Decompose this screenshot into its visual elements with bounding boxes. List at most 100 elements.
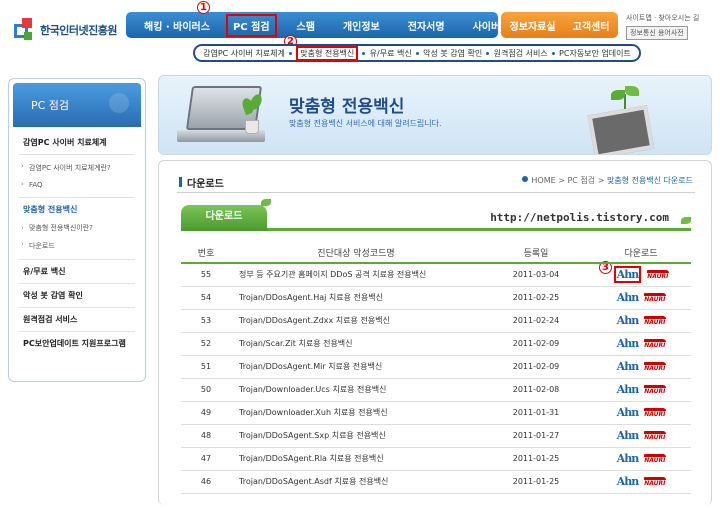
side-nav-subitem[interactable]: 맞춤형 전용백신이란? [19, 221, 135, 237]
row-number: 52 [181, 332, 231, 356]
nauri-download-icon[interactable]: NAURI [644, 292, 667, 303]
ahnlab-download-icon[interactable]: Ahn [617, 360, 640, 373]
home-bullet-icon [522, 176, 529, 182]
nav-item-spam[interactable]: 스팸 [297, 18, 315, 33]
ahnlab-download-icon[interactable]: Ahn [617, 291, 640, 304]
ahnlab-download-icon[interactable]: Ahn [617, 406, 640, 419]
side-nav-subitem[interactable]: 다운로드 [19, 237, 135, 260]
row-number: 54 [181, 286, 231, 310]
table-header-row: 번호 진단대상 악성코드명 등록일 다운로드 [181, 243, 691, 264]
row-date: 2011-02-09 [481, 355, 591, 379]
row-malware-name: 정부 등 주요기관 홈페이지 DDoS 공격 치료용 전용백신 [231, 263, 481, 287]
logo-text: 한국인터넷진흥원 [40, 24, 117, 37]
nauri-download-icon[interactable]: NAURI [644, 384, 667, 395]
tab-bar: 다운로드 http://netpolis.tistory.com [181, 199, 691, 231]
nauri-download-icon[interactable]: NAURI [644, 315, 667, 326]
plant-illustration [240, 92, 264, 134]
ahnlab-download-icon[interactable]: Ahn [617, 452, 640, 465]
subnav-item-bot-check[interactable]: 악성 봇 감염 확인 [423, 48, 482, 59]
ahnlab-download-icon[interactable]: Ahn [613, 266, 642, 284]
tab-download[interactable]: 다운로드 [181, 205, 267, 231]
row-date: 2011-01-25 [481, 470, 591, 494]
side-nav-item[interactable]: 감염PC 사이버 치료체계 [19, 131, 135, 155]
bullet-icon [289, 51, 293, 55]
row-malware-name: Trojan/DDosAgent.Haj 치료용 전용백신 [231, 286, 481, 310]
banner-subtitle: 맞춤형 전용백신 서비스에 대해 알려드립니다. [289, 119, 442, 128]
ahnlab-download-icon[interactable]: Ahn [617, 383, 640, 396]
logo-icon [12, 16, 36, 44]
secondary-nav: 정보자료실 고객센터 [501, 12, 618, 38]
nav-item-privacy[interactable]: 개인정보 [343, 18, 380, 33]
site-logo[interactable]: 한국인터넷진흥원 [12, 12, 137, 48]
nav-item-e-signature[interactable]: 전자서명 [408, 18, 445, 33]
row-malware-name: Trojan/Downloader.Xuh 치료용 전용백신 [231, 401, 481, 425]
breadcrumb-home[interactable]: HOME [531, 176, 555, 185]
ahnlab-download-icon[interactable]: Ahn [617, 337, 640, 350]
table-row: 54 Trojan/DDosAgent.Haj 치료용 전용백신 2011-02-2… [181, 286, 691, 310]
ahnlab-download-icon[interactable]: Ahn [617, 314, 640, 327]
page-title: 다운로드 [179, 175, 224, 190]
row-number: 53 [181, 309, 231, 333]
watermark-text: http://netpolis.tistory.com [490, 211, 669, 224]
bullet-icon [415, 51, 419, 55]
leaf-icon [261, 199, 271, 206]
subnav-item-infected-pc[interactable]: 감염PC 사이버 치료체계 [203, 48, 285, 59]
side-nav-item[interactable]: 유/무료 백신 [19, 260, 135, 284]
main-content: 다운로드 HOME > PC 점검 > 맞춤형 전용백신 다운로드 다운로드 h… [158, 160, 712, 505]
side-nav-subitem[interactable]: 감염PC 사이버 치료체계란? [19, 155, 135, 177]
subnav-item-auto-update[interactable]: PC자동보안 업데이트 [559, 48, 631, 59]
ahnlab-download-icon[interactable]: Ahn [617, 475, 640, 488]
side-nav-item[interactable]: PC보안업데이트 지원프로그램 [19, 332, 135, 355]
bullet-icon [551, 51, 555, 55]
row-number: 48 [181, 424, 231, 448]
column-header-download: 다운로드 [591, 243, 691, 264]
nav-item-info-room[interactable]: 정보자료실 [510, 18, 556, 33]
nauri-download-icon[interactable]: NAURI [644, 476, 667, 487]
banner-title: 맞춤형 전용백신 [289, 97, 405, 117]
column-header-number: 번호 [181, 243, 231, 264]
row-malware-name: Trojan/DDoSAgent.Rla 치료용 전용백신 [231, 447, 481, 471]
column-header-malware-name: 진단대상 악성코드명 [231, 243, 481, 264]
nauri-download-icon[interactable]: NAURI [647, 269, 670, 280]
row-date: 2011-02-09 [481, 332, 591, 356]
nauri-download-icon[interactable]: NAURI [644, 361, 667, 372]
nauri-download-icon[interactable]: NAURI [644, 453, 667, 464]
breadcrumb-section[interactable]: PC 점검 [567, 176, 595, 185]
side-nav-title: PC 점검 [13, 83, 141, 127]
row-number: 46 [181, 470, 231, 494]
nauri-download-icon[interactable]: NAURI [644, 338, 667, 349]
row-date: 2011-01-27 [481, 424, 591, 448]
vaccine-table: 번호 진단대상 악성코드명 등록일 다운로드 55 정부 등 주요기관 홈페이지 … [181, 243, 691, 494]
side-nav-item[interactable]: 악성 봇 감염 확인 [19, 284, 135, 308]
bullet-icon [362, 51, 366, 55]
breadcrumb-current: 맞춤형 전용백신 다운로드 [606, 176, 693, 185]
nav-item-customer-center[interactable]: 고객센터 [573, 18, 610, 33]
table-row: 50 Trojan/Downloader.Ucs 치료용 전용백신 2011-02-… [181, 378, 691, 402]
subnav-item-custom-vaccine[interactable]: 맞춤형 전용백신 [296, 45, 359, 61]
row-malware-name: Trojan/DDosAgent.Mir 치료용 전용백신 [231, 355, 481, 379]
row-malware-name: Trojan/Downloader.Ucs 치료용 전용백신 [231, 378, 481, 402]
page-banner: 맞춤형 전용백신 맞춤형 전용백신 서비스에 대해 알려드립니다. [158, 75, 712, 155]
ahnlab-download-icon[interactable]: Ahn [617, 429, 640, 442]
side-nav-item[interactable]: 원격점검 서비스 [19, 308, 135, 332]
row-malware-name: Trojan/DDoSAgent.Asdf 치료용 전용백신 [231, 470, 481, 494]
sitemap-link[interactable]: 사이트맵 · 찾아오시는 길 [626, 12, 718, 24]
nav-item-hacking[interactable]: 해킹 · 바이러스 [144, 18, 210, 33]
table-row: 53 Trojan/DDosAgent.Zdxx 치료용 전용백신 2011-02-… [181, 309, 691, 333]
table-row: 49 Trojan/Downloader.Xuh 치료용 전용백신 2011-01-… [181, 401, 691, 425]
nav-item-pc-check[interactable]: PC 점검 [225, 13, 277, 37]
side-nav-item-current[interactable]: 맞춤형 전용백신 [19, 198, 135, 221]
nauri-download-icon[interactable]: NAURI [644, 430, 667, 441]
side-nav-subitem[interactable]: FAQ [19, 177, 135, 198]
subnav-item-free-vaccine[interactable]: 유/무료 백신 [370, 48, 412, 59]
table-row: 46 Trojan/DDoSAgent.Asdf 치료용 전용백신 2011-01-… [181, 470, 691, 494]
row-malware-name: Trojan/DDoSAgent.Sxp 치료용 전용백신 [231, 424, 481, 448]
table-row: 47 Trojan/DDoSAgent.Rla 치료용 전용백신 2011-01-2… [181, 447, 691, 471]
row-date: 2011-01-25 [481, 447, 591, 471]
dictionary-link[interactable]: 정보통신 용어사전 [626, 26, 688, 40]
breadcrumb: HOME > PC 점검 > 맞춤형 전용백신 다운로드 [522, 175, 693, 186]
table-row: 52 Trojan/Scar.Zit 치료용 전용백신 2011-02-09 Ahn N… [181, 332, 691, 356]
nauri-download-icon[interactable]: NAURI [644, 407, 667, 418]
subnav-item-remote-check[interactable]: 원격점검 서비스 [494, 48, 548, 59]
row-date: 2011-01-31 [481, 401, 591, 425]
